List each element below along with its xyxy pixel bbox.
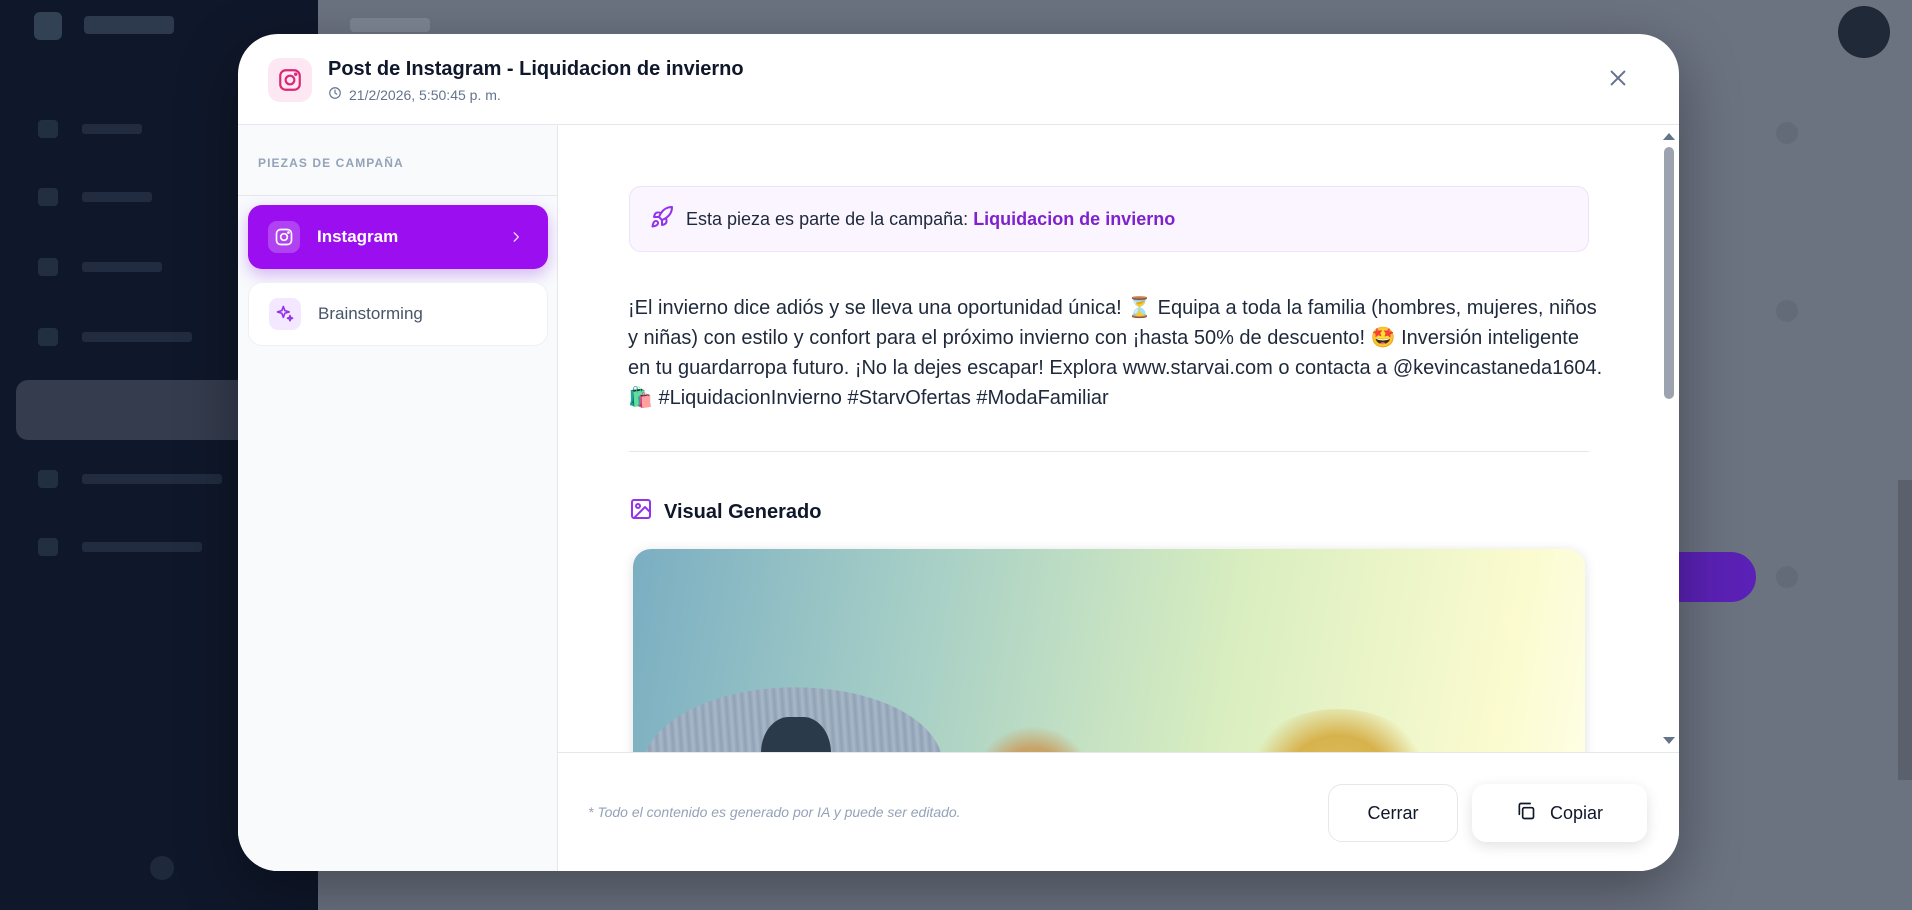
content-scrollbar[interactable]: [1658, 125, 1679, 752]
instagram-icon: [268, 221, 300, 253]
sidebar-divider: [238, 195, 557, 196]
content-divider: [629, 451, 1589, 452]
scroll-thumb[interactable]: [1664, 147, 1674, 399]
modal-header: Post de Instagram - Liquidacion de invie…: [238, 34, 1679, 125]
background-dot: [1776, 122, 1798, 144]
copy-icon: [1516, 801, 1536, 826]
background-logo: [34, 12, 62, 40]
modal-title: Post de Instagram - Liquidacion de invie…: [328, 58, 744, 80]
copiar-button[interactable]: Copiar: [1472, 784, 1647, 842]
modal-timestamp: 21/2/2026, 5:50:45 p. m.: [328, 86, 501, 103]
background-avatar: [1838, 6, 1890, 58]
generated-visual-image: [633, 549, 1585, 752]
background-nav-item: [38, 328, 238, 346]
background-nav-item: [38, 188, 238, 206]
background-nav-item: [38, 120, 238, 138]
campaign-pieces-sidebar: PIEZAS DE CAMPAÑA Instagram Brainstormin…: [238, 125, 558, 871]
background-dot: [1776, 566, 1798, 588]
background-nav-item: [38, 470, 238, 488]
instagram-icon: [268, 58, 312, 102]
scroll-up-arrow[interactable]: [1663, 133, 1675, 140]
visual-heading: Visual Generado: [629, 497, 821, 527]
chevron-right-icon: [506, 227, 526, 247]
background-nav-item: [38, 258, 238, 276]
campaign-banner: Esta pieza es parte de la campaña: Liqui…: [629, 186, 1589, 252]
post-detail-modal: Post de Instagram - Liquidacion de invie…: [238, 34, 1679, 871]
background-nav-item: [38, 538, 238, 556]
background-title: [350, 18, 430, 32]
timestamp-text: 21/2/2026, 5:50:45 p. m.: [349, 86, 501, 103]
post-content-panel: Esta pieza es parte de la campaña: Liqui…: [558, 125, 1679, 752]
close-icon: [1607, 67, 1629, 94]
copiar-button-label: Copiar: [1549, 802, 1604, 823]
sidebar-item-brainstorming[interactable]: Brainstorming: [248, 282, 548, 346]
background-logo-text: [84, 16, 174, 34]
banner-prefix: Esta pieza es parte de la campaña:: [686, 208, 974, 229]
background-dot: [1776, 300, 1798, 322]
image-fur-hood-shape: [973, 727, 1093, 752]
sidebar-item-instagram[interactable]: Instagram: [248, 205, 548, 269]
sparkles-icon: [269, 298, 301, 330]
cerrar-button[interactable]: Cerrar: [1328, 784, 1458, 842]
background-strip: [1898, 480, 1912, 780]
clock-icon: [328, 86, 342, 103]
post-text: ¡El invierno dice adiós y se lleva una o…: [628, 297, 1603, 409]
sidebar-item-label: Brainstorming: [318, 304, 423, 323]
campaign-link[interactable]: Liquidacion de invierno: [973, 209, 1175, 229]
sidebar-item-label: Instagram: [317, 227, 399, 246]
background-dot: [150, 856, 174, 880]
cerrar-button-label: Cerrar: [1367, 802, 1419, 823]
image-fur-hood-shape: [1243, 709, 1433, 752]
ai-disclaimer: * Todo el contenido es generado por IA y…: [588, 804, 961, 820]
close-button[interactable]: [1600, 62, 1636, 98]
visual-heading-text: Visual Generado: [664, 500, 822, 523]
sidebar-heading: PIEZAS DE CAMPAÑA: [258, 156, 404, 170]
rocket-icon: [650, 205, 674, 234]
image-icon: [629, 497, 653, 527]
scroll-down-arrow[interactable]: [1663, 737, 1675, 744]
campaign-banner-text: Esta pieza es parte de la campaña: Liqui…: [686, 209, 1175, 230]
modal-footer: * Todo el contenido es generado por IA y…: [558, 752, 1679, 871]
